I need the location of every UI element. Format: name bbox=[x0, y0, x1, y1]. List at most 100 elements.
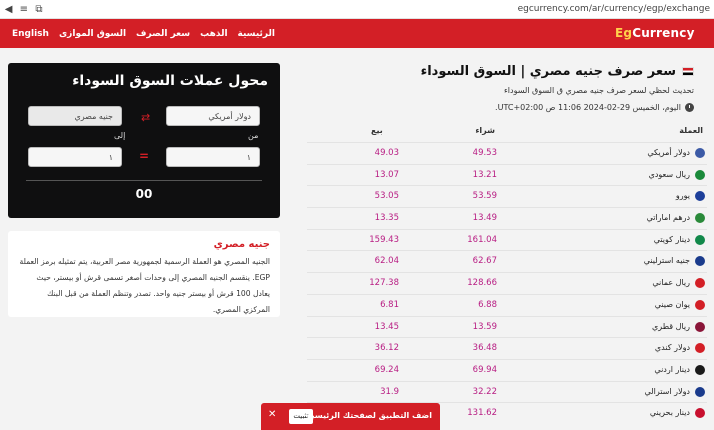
tab-icon[interactable]: ⧉ bbox=[34, 2, 43, 16]
buy-rate: 36.48 bbox=[472, 343, 497, 354]
buy-rate: 13.21 bbox=[472, 169, 497, 180]
sell-rate: 53.05 bbox=[374, 191, 399, 202]
sell-rate: 62.04 bbox=[374, 256, 399, 267]
currency-name[interactable]: درهم اماراتي bbox=[647, 213, 690, 222]
nav-link-gold[interactable]: الذهب bbox=[200, 29, 227, 39]
header-buy: شراء bbox=[475, 126, 495, 135]
table-row[interactable]: دولار كندي 36.48 36.12 bbox=[307, 337, 707, 359]
currency-flag-icon bbox=[695, 256, 705, 267]
currency-name[interactable]: دينار بحريني bbox=[650, 408, 690, 417]
table-row[interactable]: دينار اردني 69.94 69.24 bbox=[307, 358, 707, 381]
buy-rate: 32.22 bbox=[472, 386, 497, 397]
currency-flag-icon bbox=[695, 169, 705, 180]
reading-list-icon[interactable]: ≡ bbox=[19, 2, 28, 16]
table-row[interactable]: دولار أمريكي 49.53 49.03 bbox=[307, 142, 707, 164]
to-currency-select[interactable]: جنيه مصري bbox=[28, 106, 122, 126]
currency-name[interactable]: ريال قطري bbox=[652, 322, 690, 331]
currency-name[interactable]: يورو bbox=[676, 191, 690, 200]
sell-rate: 31.9 bbox=[380, 386, 399, 397]
equals-icon: = bbox=[139, 149, 150, 163]
currency-name[interactable]: دولار كندي bbox=[655, 343, 690, 352]
table-row[interactable]: يوان صيني 6.88 6.81 bbox=[307, 293, 707, 316]
swap-icon[interactable]: ⇄ bbox=[141, 111, 150, 124]
currency-name[interactable]: دولار أمريكي bbox=[647, 148, 690, 157]
table-row[interactable]: ريال عماني 128.66 127.38 bbox=[307, 272, 707, 294]
buy-rate: 62.67 bbox=[472, 256, 497, 267]
currency-converter: محول عملات السوق السوداء دولار أمريكي جن… bbox=[8, 63, 280, 218]
converter-title: محول عملات السوق السوداء bbox=[72, 73, 268, 89]
currency-name[interactable]: ريال عماني bbox=[652, 278, 690, 287]
table-row[interactable]: دولار استرالي 32.22 31.9 bbox=[307, 380, 707, 403]
buy-rate: 49.53 bbox=[472, 148, 497, 158]
currency-flag-icon bbox=[695, 321, 705, 332]
currency-flag-icon bbox=[695, 364, 705, 375]
nav-links: English السوق الموازى سعر الصرف الذهب ال… bbox=[12, 19, 285, 48]
rates-table: العملة شراء بيع دولار أمريكي 49.53 49.03 ري… bbox=[307, 120, 707, 424]
to-label: إلى bbox=[114, 131, 126, 140]
buy-rate: 13.49 bbox=[472, 213, 497, 224]
table-header: العملة شراء بيع bbox=[307, 120, 707, 142]
from-label: من bbox=[248, 131, 259, 140]
currency-flag-icon bbox=[695, 386, 705, 397]
sell-rate: 13.45 bbox=[374, 321, 399, 332]
currency-flag-icon bbox=[695, 234, 705, 245]
sell-rate: 69.24 bbox=[374, 364, 399, 375]
back-icon[interactable]: ◀ bbox=[4, 2, 13, 16]
top-navbar: English السوق الموازى سعر الصرف الذهب ال… bbox=[0, 19, 714, 48]
sell-rate: 49.03 bbox=[374, 148, 399, 158]
nav-link-home[interactable]: الرئيسية bbox=[238, 29, 275, 39]
currency-name[interactable]: يوان صيني bbox=[655, 300, 690, 309]
nav-link-parallel-market[interactable]: السوق الموازى bbox=[59, 29, 126, 39]
clock-icon bbox=[685, 103, 694, 112]
currency-info-card: جنيه مصري الجنيه المصري هو العملة الرسمي… bbox=[8, 231, 280, 317]
header-currency: العملة bbox=[679, 126, 703, 135]
buy-rate: 53.59 bbox=[472, 191, 497, 202]
currency-flag-icon bbox=[695, 213, 705, 224]
currency-flag-icon bbox=[695, 343, 705, 354]
banner-text: اضف التطبيق لصفحتك الرئيسية bbox=[306, 411, 432, 420]
currency-name[interactable]: دولار استرالي bbox=[645, 387, 690, 396]
sell-rate: 36.12 bbox=[374, 343, 399, 354]
nav-link-exchange-rate[interactable]: سعر الصرف bbox=[136, 29, 190, 39]
info-title: جنيه مصري bbox=[213, 239, 270, 250]
currency-flag-icon bbox=[695, 408, 705, 419]
install-app-banner: ✕ تثبيت اضف التطبيق لصفحتك الرئيسية bbox=[261, 403, 440, 430]
buy-rate: 69.94 bbox=[472, 364, 497, 375]
table-row[interactable]: جنيه استرليني 62.67 62.04 bbox=[307, 250, 707, 272]
table-row[interactable]: درهم اماراتي 13.49 13.35 bbox=[307, 207, 707, 229]
sell-rate: 159.43 bbox=[369, 234, 399, 245]
buy-rate: 13.59 bbox=[472, 321, 497, 332]
to-amount-input[interactable]: ١ bbox=[28, 147, 122, 167]
currency-name[interactable]: جنيه استرليني bbox=[644, 256, 690, 265]
currency-flag-icon bbox=[695, 299, 705, 310]
sell-rate: 127.38 bbox=[369, 278, 399, 289]
currency-flag-icon bbox=[695, 148, 705, 158]
site-logo[interactable]: EgCurrency bbox=[615, 26, 695, 40]
sell-rate: 13.07 bbox=[374, 169, 399, 180]
info-description: الجنيه المصري هو العملة الرسمية لجمهورية… bbox=[19, 257, 270, 314]
sell-rate: 13.35 bbox=[374, 213, 399, 224]
table-row[interactable]: دينار كويتي 161.04 159.43 bbox=[307, 228, 707, 251]
from-currency-select[interactable]: دولار أمريكي bbox=[166, 106, 260, 126]
from-amount-input[interactable]: ١ bbox=[166, 147, 260, 167]
table-row[interactable]: ريال سعودي 13.21 13.07 bbox=[307, 163, 707, 186]
nav-link-english[interactable]: English bbox=[12, 29, 49, 39]
table-row[interactable]: يورو 53.59 53.05 bbox=[307, 185, 707, 207]
divider bbox=[26, 180, 262, 181]
currency-flag-icon bbox=[695, 191, 705, 202]
currency-name[interactable]: دينار كويتي bbox=[654, 235, 690, 244]
table-row[interactable]: ريال قطري 13.59 13.45 bbox=[307, 315, 707, 338]
buy-rate: 131.62 bbox=[467, 408, 497, 419]
conversion-result: 00 bbox=[135, 187, 153, 201]
last-updated: اليوم، الخميس 29-02-2024 11:06 ص UTC+02:… bbox=[495, 103, 694, 112]
currency-name[interactable]: دينار اردني bbox=[654, 365, 690, 374]
buy-rate: 128.66 bbox=[467, 278, 497, 289]
buy-rate: 161.04 bbox=[467, 234, 497, 245]
header-sell: بيع bbox=[371, 126, 383, 135]
currency-name[interactable]: ريال سعودي bbox=[649, 170, 690, 179]
browser-toolbar: ◀ ≡ ⧉ egcurrency.com/ar/currency/egp/exc… bbox=[0, 0, 714, 19]
page-title: سعر صرف جنيه مصري | السوق السوداء bbox=[421, 64, 694, 79]
address-bar[interactable]: egcurrency.com/ar/currency/egp/exchange bbox=[518, 4, 710, 14]
currency-flag-icon bbox=[695, 278, 705, 289]
close-icon[interactable]: ✕ bbox=[268, 409, 276, 420]
